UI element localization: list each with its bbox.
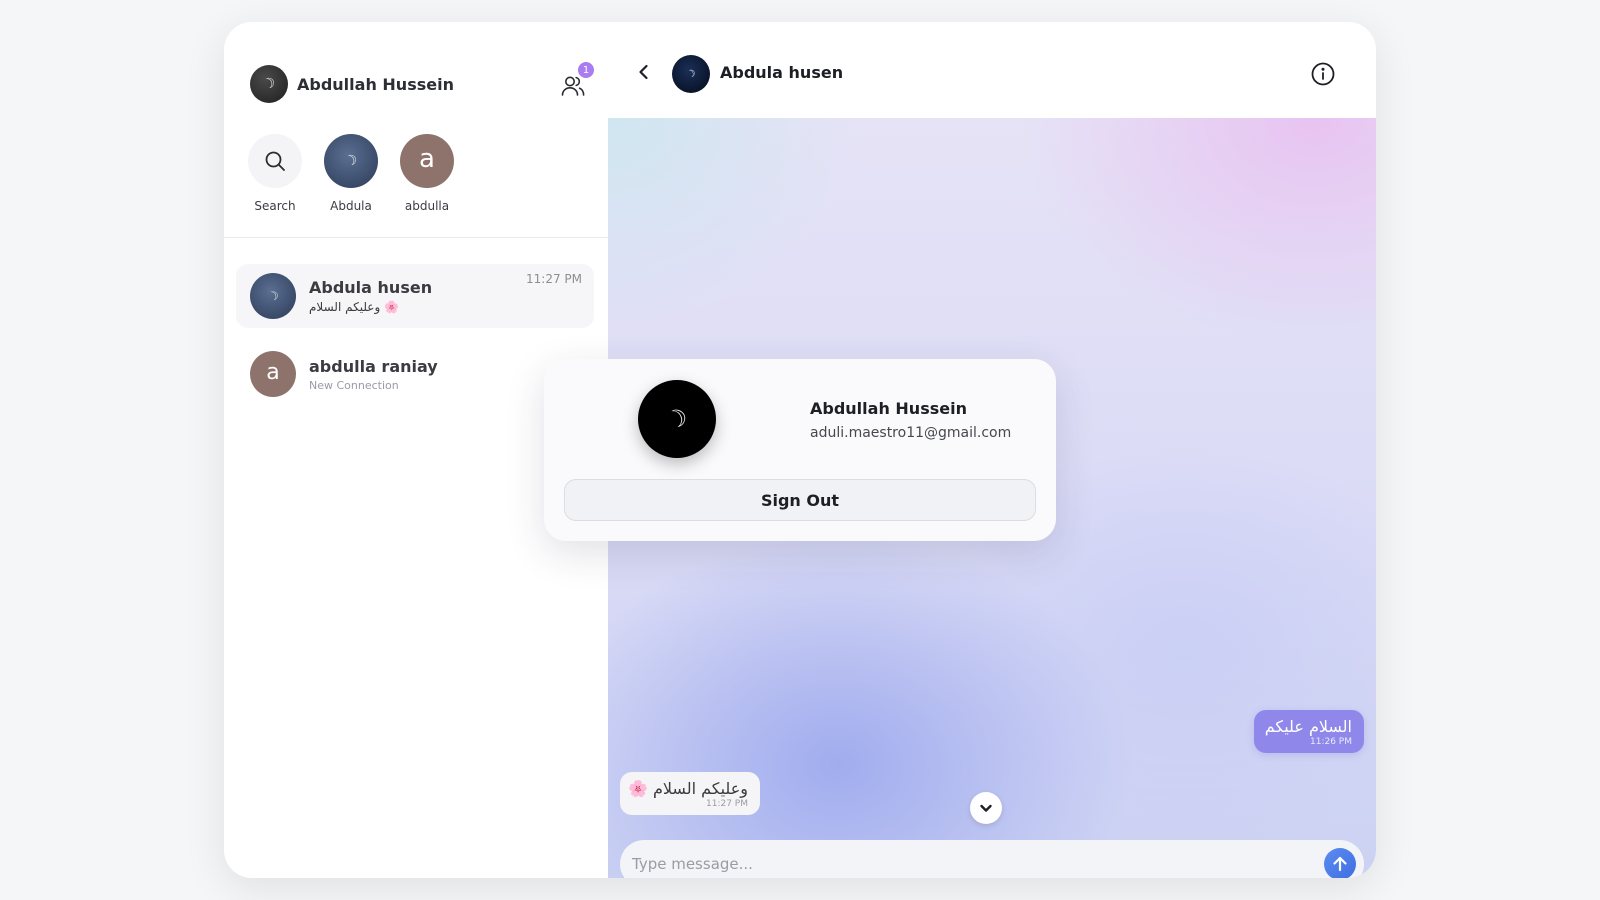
story-avatar[interactable]: ☽ [324, 134, 378, 188]
story-label: Search [254, 199, 296, 213]
avatar-initial: a [419, 144, 435, 174]
send-button[interactable] [1324, 848, 1356, 878]
message-incoming[interactable]: وعليكم السلام 🌸 11:27 PM [620, 772, 760, 815]
message-composer [620, 840, 1364, 878]
message-text: السلام عليكم [1264, 717, 1352, 736]
current-user-name: Abdullah Hussein [297, 74, 454, 94]
chat-header: ☽ Abdula husen [608, 22, 1376, 118]
info-icon [1311, 62, 1335, 86]
chevron-down-icon [980, 804, 992, 812]
chat-list-item[interactable]: a abdulla raniay New Connection [236, 342, 594, 406]
divider [224, 237, 608, 238]
story-search[interactable]: Search [248, 134, 302, 213]
back-button[interactable] [632, 60, 656, 84]
moon-icon: ☽ [342, 151, 360, 171]
chevron-left-icon [639, 64, 648, 80]
story-label: Abdula [330, 199, 372, 213]
story-avatar[interactable]: a [400, 134, 454, 188]
chat-preview: وعليكم السلام 🌸 [309, 300, 400, 314]
current-user-avatar[interactable]: ☽ [250, 65, 288, 103]
current-user[interactable]: ☽ Abdullah Hussein [250, 65, 454, 103]
avatar-initial: a [266, 360, 280, 385]
connections-button[interactable]: 1 [558, 62, 594, 100]
search-icon [265, 151, 285, 171]
scroll-to-bottom-button[interactable] [970, 792, 1002, 824]
story-abdulla[interactable]: a abdulla [400, 134, 454, 213]
message-text: وعليكم السلام 🌸 [627, 779, 748, 798]
contact-avatar[interactable]: ☽ [672, 55, 710, 93]
chat-list-item[interactable]: ☽ Abdula husen وعليكم السلام 🌸 11:27 PM [236, 264, 594, 328]
message-time: 11:27 PM [706, 799, 748, 809]
moon-icon: ☽ [662, 402, 692, 436]
story-label: abdulla [404, 199, 450, 213]
info-button[interactable] [1310, 61, 1336, 87]
profile-avatar: ☽ [638, 380, 716, 458]
profile-popup: ☽ Abdullah Hussein aduli.maestro11@gmail… [544, 359, 1056, 541]
story-abdula[interactable]: ☽ Abdula [324, 134, 378, 213]
search-button[interactable] [248, 134, 302, 188]
stories-row: Search ☽ Abdula a abdulla [248, 134, 454, 213]
message-input[interactable] [632, 855, 1292, 873]
chat-preview: New Connection [309, 378, 399, 392]
profile-name: Abdullah Hussein [810, 399, 967, 418]
contact-name: Abdula husen [720, 63, 844, 82]
profile-email: aduli.maestro11@gmail.com [810, 425, 1012, 441]
arrow-up-icon [1333, 856, 1347, 872]
message-time: 11:26 PM [1310, 737, 1352, 747]
sign-out-button[interactable]: Sign Out [564, 479, 1036, 521]
moon-icon: ☽ [260, 74, 278, 94]
moon-icon: ☽ [265, 287, 281, 305]
chat-time: 11:27 PM [526, 272, 582, 286]
chat-name: Abdula husen [309, 278, 433, 297]
chat-name: abdulla raniay [309, 356, 438, 376]
message-outgoing[interactable]: السلام عليكم 11:26 PM [1254, 710, 1364, 753]
moon-icon: ☽ [684, 67, 698, 81]
chat-avatar: a [250, 351, 296, 397]
chat-avatar: ☽ [250, 273, 296, 319]
notification-badge: 1 [578, 62, 594, 78]
